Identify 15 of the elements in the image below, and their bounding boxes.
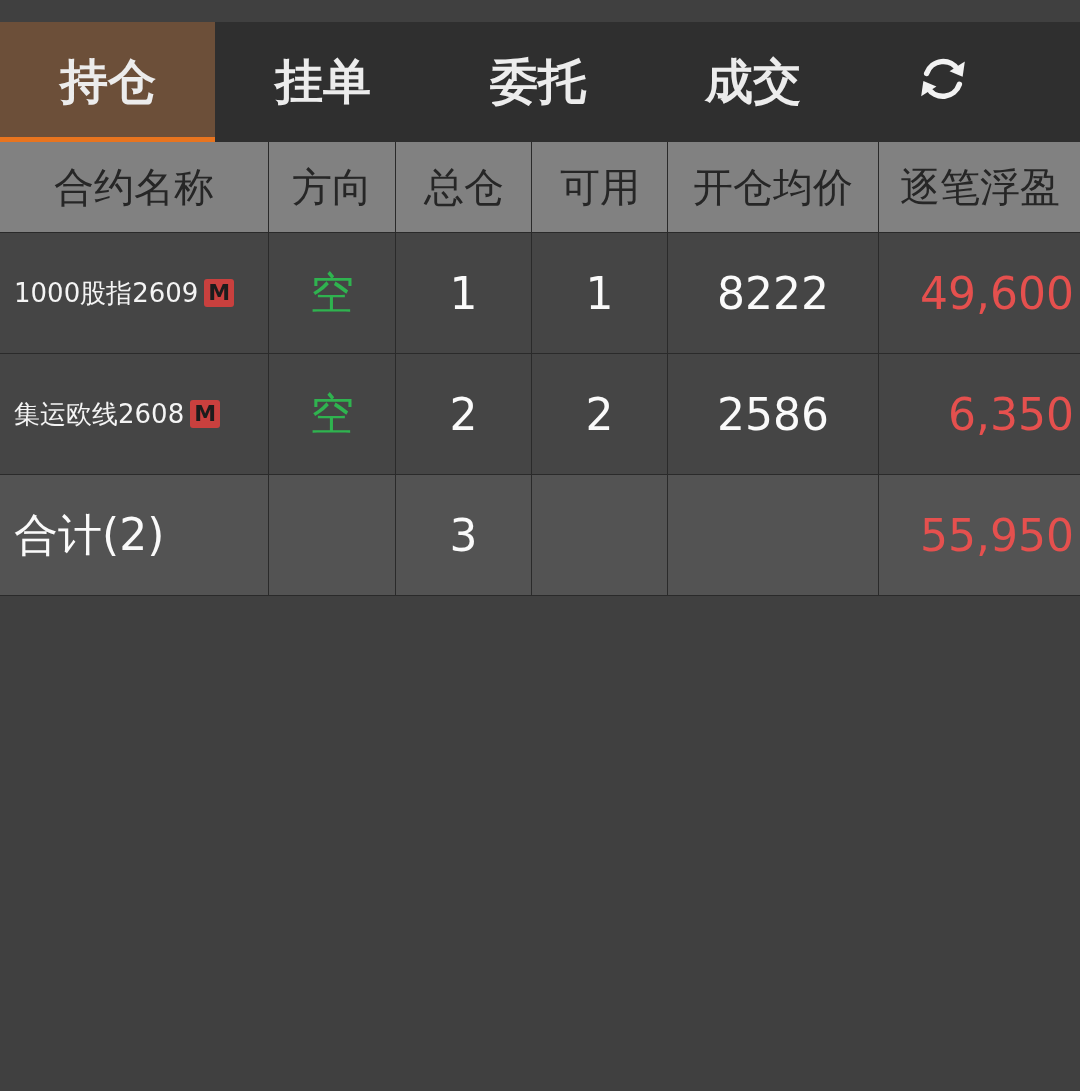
contract-badge: M — [190, 400, 221, 428]
tab[interactable]: 委托 — [430, 22, 645, 142]
contract-name: 集运欧线2608 — [14, 397, 185, 431]
table-row[interactable]: 集运欧线2608 M 空 2 2 2586 6,350 — [0, 354, 1080, 475]
table-cell: 3 — [396, 475, 532, 596]
tab[interactable]: 挂单 — [215, 22, 430, 142]
table-cell: 55,950 — [879, 475, 1080, 596]
refresh-button[interactable] — [919, 58, 967, 102]
table-cell: 合计(2) — [0, 475, 269, 596]
tab[interactable]: 持仓 — [0, 22, 215, 142]
contract-name: 1000股指2609 — [14, 276, 199, 310]
table-row[interactable]: 1000股指2609 M 空 1 1 8222 49,600 — [0, 233, 1080, 354]
tab[interactable]: 成交 — [645, 22, 860, 142]
refresh-icon — [919, 58, 967, 102]
contract-badge: M — [204, 279, 235, 307]
